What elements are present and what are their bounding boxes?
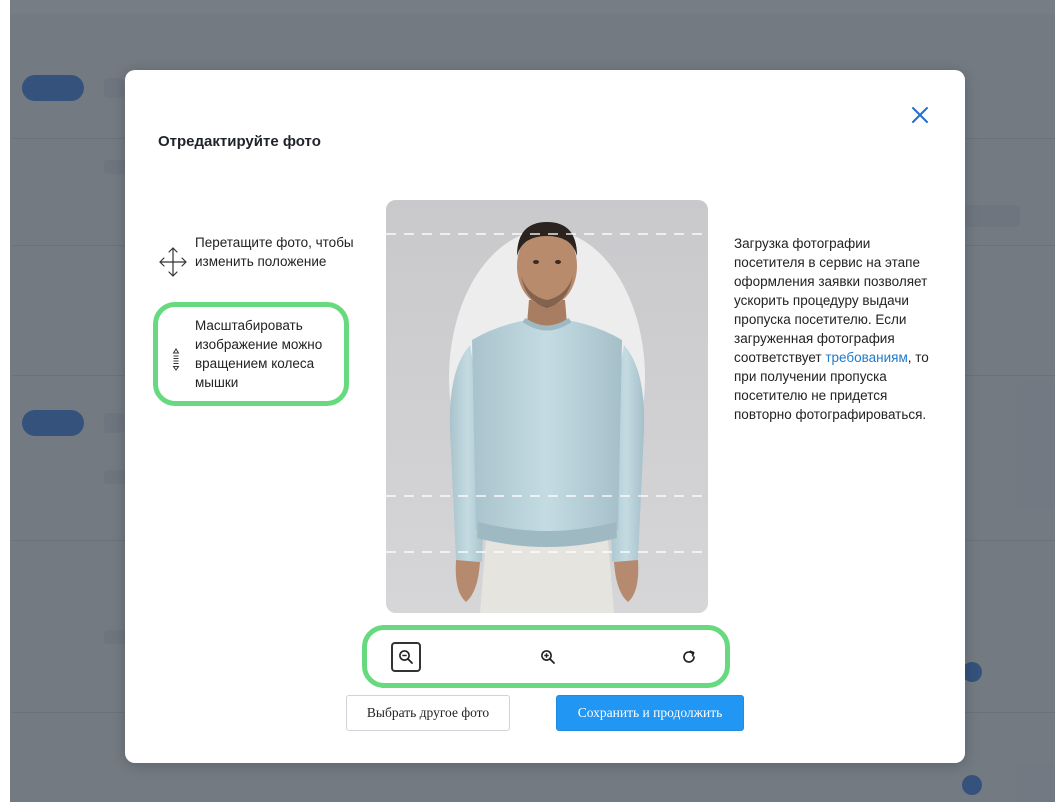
move-arrows-icon — [159, 247, 187, 277]
close-icon — [912, 107, 928, 123]
zoom-out-button[interactable] — [391, 642, 421, 672]
save-and-continue-button[interactable]: Сохранить и продолжить — [556, 695, 744, 731]
zoom-in-button[interactable] — [533, 642, 563, 672]
choose-other-photo-button[interactable]: Выбрать другое фото — [346, 695, 510, 731]
modal-title: Отредактируйте фото — [158, 133, 321, 150]
edit-photo-modal: Отредактируйте фото Перетащите фото, что… — [125, 70, 965, 763]
background-left-edge — [0, 0, 10, 802]
requirements-link[interactable]: требованиям — [825, 350, 907, 365]
zoom-out-icon — [399, 650, 413, 664]
person-photo — [386, 200, 708, 613]
zoom-in-icon — [541, 650, 555, 664]
drag-hint: Перетащите фото, чтобы изменить положени… — [195, 235, 354, 269]
mouse-wheel-icon — [172, 348, 180, 371]
close-button[interactable] — [906, 101, 934, 129]
rotate-button[interactable] — [674, 642, 704, 672]
photo-crop-area[interactable] — [386, 200, 708, 613]
zoom-hint: Масштабировать изображение можно вращени… — [195, 318, 323, 390]
info-text-part1: Загрузка фотографии посетителя в сервис … — [734, 236, 928, 365]
rotate-icon — [683, 650, 695, 663]
photo-info-text: Загрузка фотографии посетителя в сервис … — [734, 234, 934, 424]
